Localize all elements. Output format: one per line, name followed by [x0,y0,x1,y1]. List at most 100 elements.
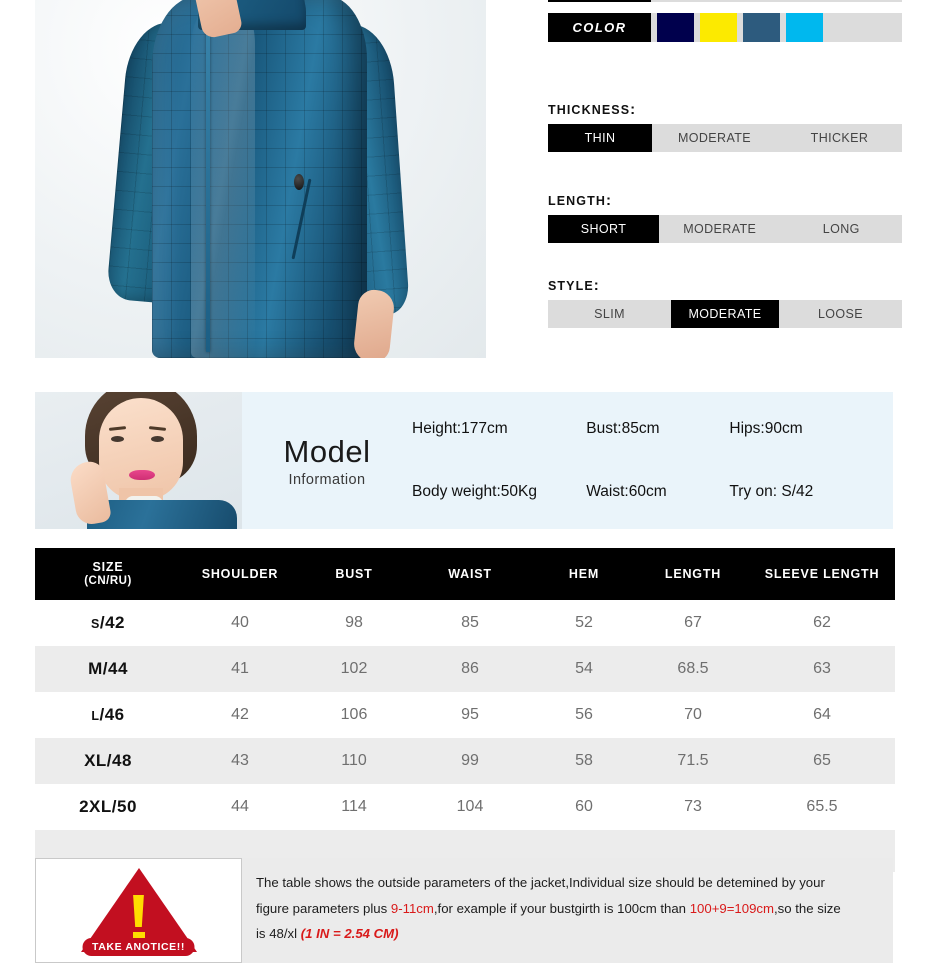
header-size-main: SIZE [92,560,124,574]
spec-value: S/42 [781,482,814,500]
size-prefix: L [91,709,100,724]
size-prefix: S [91,617,100,632]
partial-row-fill [651,0,902,2]
model-eye-right [151,436,164,442]
header-hem: HEM [531,548,637,601]
spec-label: Waist: [586,482,629,500]
table-row: XL/48 43 110 99 58 71.5 65 [35,738,895,785]
color-option-row: COLOR [548,13,902,42]
model-spec-hips: Hips:90cm [729,420,885,438]
spec-value: 85cm [621,420,660,438]
length-option-group: LENGTH: SHORT MODERATE LONG [548,192,902,243]
model-specs: Height:177cm Bust:85cm Hips:90cm Body we… [412,392,893,529]
spec-label: Height: [412,420,462,438]
header-bust: BUST [299,548,409,601]
model-spec-body-weight: Body weight:50Kg [412,483,586,501]
cell-bust: 102 [299,646,409,693]
cell-waist: 99 [409,738,531,785]
cell-bust: 110 [299,738,409,785]
jacket-body [152,0,367,358]
length-choice-moderate[interactable]: MODERATE [659,215,781,243]
style-option-group: STYLE: SLIM MODERATE LOOSE [548,277,902,328]
cell-hem: 58 [531,738,637,785]
header-size: SIZE (CN/RU) [35,548,181,601]
cell-sleeve: 62 [749,600,895,647]
notice-line-1-text: The table shows the outside parameters o… [256,875,825,890]
cell-length: 67 [637,600,749,647]
thickness-choice-thicker[interactable]: THICKER [777,124,902,152]
cell-shoulder: 44 [181,784,299,831]
color-swatch-yellow[interactable] [700,13,737,42]
cell-hem: 56 [531,692,637,739]
cell-sleeve: 64 [749,692,895,739]
model-spec-waist: Waist:60cm [586,483,729,501]
table-row: S/42 40 98 85 52 67 62 [35,600,895,647]
cell-size: L/46 [35,692,181,739]
style-choices: SLIM MODERATE LOOSE [548,300,902,328]
header-waist: WAIST [409,548,531,601]
model-title: Model [283,433,371,469]
model-information-bar: Model Information Height:177cm Bust:85cm… [35,392,893,529]
cell-length: 71.5 [637,738,749,785]
cell-hem: 54 [531,646,637,693]
style-label: STYLE: [548,277,902,294]
size-prefix: M [88,659,103,679]
size-chart-table: SIZE (CN/RU) SHOULDER BUST WAIST HEM LEN… [35,548,895,873]
cell-waist: 95 [409,692,531,739]
color-label: COLOR [548,13,651,42]
size-suffix: /48 [106,751,132,771]
model-face [99,398,183,500]
jacket-illustration [105,0,411,358]
partial-row-label-block [548,0,651,2]
length-choice-long[interactable]: LONG [781,215,903,243]
warning-icon-box: TAKE ANOTICE!! [35,858,242,963]
length-choice-short[interactable]: SHORT [548,215,659,243]
spec-label: Try on: [729,482,778,500]
size-suffix: /44 [102,659,128,679]
table-row: 2XL/50 44 114 104 60 73 65.5 [35,784,895,831]
notice-line-2: figure parameters plus 9-11cm,for exampl… [256,896,877,922]
thickness-colon: : [630,101,637,118]
fabric-sheen [190,0,256,358]
header-length: LENGTH [637,548,749,601]
model-lips [129,470,155,480]
cell-length: 70 [637,692,749,739]
model-spec-height: Height:177cm [412,420,586,438]
spec-value: 50Kg [500,482,537,500]
cell-sleeve: 65 [749,738,895,785]
size-prefix: 2XL [79,797,112,817]
style-choice-loose[interactable]: LOOSE [779,300,902,328]
thickness-choice-moderate[interactable]: MODERATE [652,124,777,152]
cell-shoulder: 43 [181,738,299,785]
color-swatch-steel-blue[interactable] [743,13,780,42]
length-choices: SHORT MODERATE LONG [548,215,902,243]
style-choice-moderate[interactable]: MODERATE [671,300,779,328]
model-photo [35,392,242,529]
cell-bust: 98 [299,600,409,647]
header-size-sub: (CN/RU) [84,574,132,587]
model-hand [352,288,396,358]
jacket-zipper [206,0,210,352]
color-swatch-cyan[interactable] [786,13,823,42]
cell-size: 2XL/50 [35,784,181,831]
cell-size: S/42 [35,600,181,647]
thickness-choice-thin[interactable]: THIN [548,124,652,152]
cell-bust: 114 [299,784,409,831]
model-heading: Model Information [242,392,412,529]
product-photo [35,0,486,358]
notice-line-1: The table shows the outside parameters o… [256,870,877,896]
notice-conversion-note: (1 IN = 2.54 CM) [300,926,399,942]
spec-value: 60cm [628,482,667,500]
notice-badge: TAKE ANOTICE!! [82,938,195,956]
cell-waist: 85 [409,600,531,647]
model-eye-left [111,436,124,442]
size-suffix: /42 [99,613,125,633]
color-swatch-navy[interactable] [657,13,694,42]
cell-waist: 86 [409,646,531,693]
notice-line-2-c: ,so the size [774,900,841,916]
cell-size: M/44 [35,646,181,693]
partial-option-row [548,0,902,2]
model-spec-bust: Bust:85cm [586,420,729,438]
style-choice-slim[interactable]: SLIM [548,300,671,328]
table-row: L/46 42 106 95 56 70 64 [35,692,895,739]
